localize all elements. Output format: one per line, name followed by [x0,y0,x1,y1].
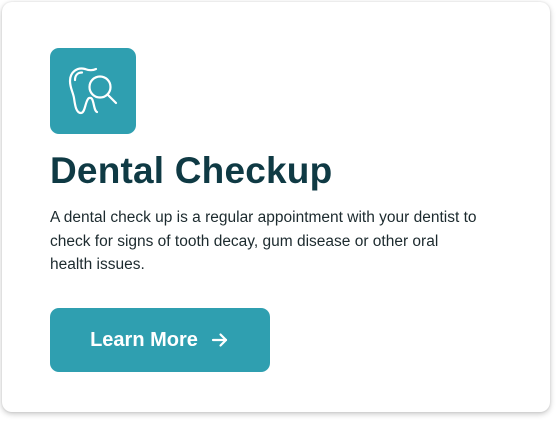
service-icon-tile [50,48,136,134]
tooth-magnifier-icon [68,67,118,115]
arrow-right-icon [210,330,230,350]
card-title: Dental Checkup [50,150,333,191]
service-card: Dental Checkup A dental check up is a re… [2,2,550,412]
card-description: A dental check up is a regular appointme… [50,209,477,273]
learn-more-label: Learn More [90,328,198,351]
learn-more-button[interactable]: Learn More [50,308,270,372]
